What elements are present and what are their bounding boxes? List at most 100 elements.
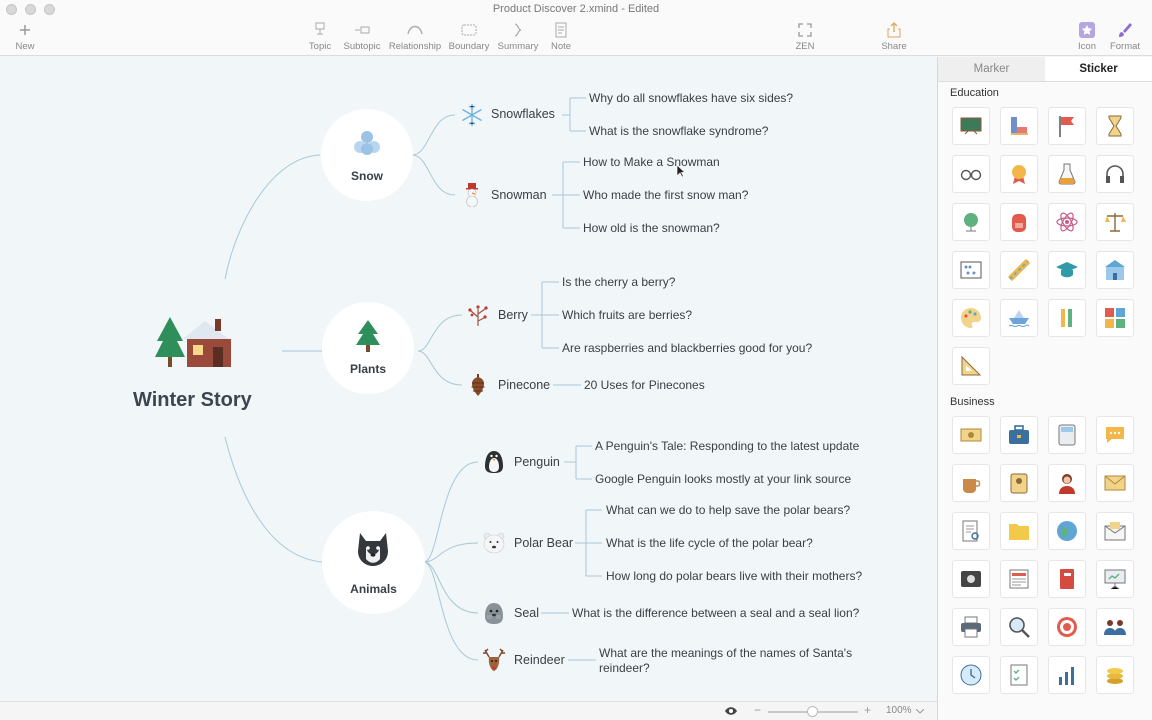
sticker-flask[interactable] (1048, 155, 1086, 193)
central-topic[interactable]: Winter Story (133, 389, 252, 412)
sticker-clock[interactable] (952, 656, 990, 694)
sticker-coffee[interactable] (952, 464, 990, 502)
subtopic[interactable]: What is the difference between a seal an… (572, 606, 859, 620)
subtopic[interactable]: Are raspberries and blackberries good fo… (562, 341, 812, 355)
subtopic[interactable]: How old is the snowman? (583, 221, 720, 235)
sticker-id-card[interactable] (1000, 464, 1038, 502)
sticker-paper-boat[interactable] (1000, 299, 1038, 337)
sticker-folder[interactable] (1000, 512, 1038, 550)
sticker-world[interactable] (1048, 512, 1086, 550)
id-card-icon (1010, 473, 1028, 494)
sticker-calculator[interactable] (1048, 416, 1086, 454)
main-topic-plants[interactable]: Plants (322, 302, 414, 394)
subtopic[interactable]: What can we do to help save the polar be… (606, 503, 850, 517)
sticker-magnifier[interactable] (1000, 608, 1038, 646)
candy-icon (1007, 258, 1031, 282)
topic-penguin[interactable]: Penguin (514, 455, 560, 469)
sticker-envelope[interactable] (1096, 464, 1134, 502)
mindmap-canvas[interactable]: Winter Story Snow Plants Animals Snowfla… (0, 57, 937, 720)
sticker-presentation[interactable] (1096, 560, 1134, 598)
sticker-money[interactable] (952, 416, 990, 454)
topic-pinecone[interactable]: Pinecone (498, 378, 550, 392)
sticker-abacus[interactable] (952, 251, 990, 289)
subtopic[interactable]: What is the life cycle of the polar bear… (606, 536, 813, 550)
house-icon (155, 317, 231, 367)
sticker-graduation-cap[interactable] (1048, 251, 1086, 289)
topic-snowflakes[interactable]: Snowflakes (491, 107, 555, 121)
subtopic[interactable]: What is the snowflake syndrome? (589, 124, 768, 138)
sticker-atom[interactable] (1048, 203, 1086, 241)
topic-seal[interactable]: Seal (514, 606, 539, 620)
sticker-target[interactable] (1048, 608, 1086, 646)
relationship-button[interactable]: Relationship (385, 22, 445, 52)
topic-reindeer[interactable]: Reindeer (514, 653, 565, 667)
sticker-mail-letter[interactable] (1096, 512, 1134, 550)
sticker-team[interactable] (1096, 608, 1134, 646)
sticker-coins[interactable] (1096, 656, 1134, 694)
sticker-glasses[interactable] (952, 155, 990, 193)
chevron-down-icon[interactable] (916, 709, 924, 714)
sticker-checklist[interactable] (1000, 656, 1038, 694)
sticker-printer[interactable] (952, 608, 990, 646)
clock-icon (960, 664, 982, 686)
tab-sticker[interactable]: Sticker (1045, 57, 1152, 81)
subtopic[interactable]: Who made the first snow man? (583, 188, 748, 202)
note-button[interactable]: Note (531, 22, 591, 52)
zoom-in-icon[interactable]: + (864, 703, 871, 717)
topic-berry[interactable]: Berry (498, 308, 528, 322)
sticker-palette[interactable] (952, 299, 990, 337)
sticker-puzzle[interactable] (1096, 299, 1134, 337)
sticker-businesswoman[interactable] (1048, 464, 1086, 502)
sticker-chat[interactable] (1096, 416, 1134, 454)
subtopic[interactable]: Google Penguin looks mostly at your link… (595, 472, 851, 486)
medal-icon (1012, 165, 1026, 184)
share-button[interactable]: Share (864, 22, 924, 52)
main-topic-animals[interactable]: Animals (322, 511, 425, 614)
sticker-hourglass[interactable] (1096, 107, 1134, 145)
main-topic-snow[interactable]: Snow (321, 109, 413, 201)
subtopic[interactable]: How to Make a Snowman (583, 155, 720, 169)
sticker-safe[interactable] (952, 560, 990, 598)
subtopic[interactable]: A Penguin's Tale: Responding to the late… (595, 439, 859, 453)
subtopic[interactable]: 20 Uses for Pinecones (584, 378, 705, 392)
zen-button[interactable]: ZEN (775, 22, 835, 52)
printer-icon (961, 616, 981, 638)
topic-polar-bear[interactable]: Polar Bear (514, 536, 573, 550)
zoom-level[interactable]: 100% (886, 705, 912, 716)
eye-icon[interactable] (724, 706, 738, 716)
sticker-grid-education (938, 99, 1152, 391)
sticker-flag[interactable] (1048, 107, 1086, 145)
sticker-notebook[interactable] (1048, 560, 1086, 598)
subtopic[interactable]: Why do all snowflakes have six sides? (589, 91, 793, 105)
format-panel-button[interactable]: Format (1095, 22, 1152, 52)
new-button[interactable]: New (0, 22, 55, 52)
tab-marker[interactable]: Marker (938, 57, 1045, 81)
sticker-briefcase[interactable] (1000, 416, 1038, 454)
sticker-set-square[interactable] (952, 347, 990, 385)
subtopic[interactable]: How long do polar bears live with their … (606, 569, 862, 583)
sticker-backpack[interactable] (1000, 203, 1038, 241)
zoom-out-icon[interactable]: − (754, 703, 761, 717)
chat-bubble-icon (1106, 427, 1124, 443)
section-title-business: Business (950, 396, 995, 408)
zoom-slider-handle[interactable] (807, 706, 818, 717)
sticker-school[interactable] (1096, 251, 1134, 289)
subtopic-button[interactable]: Subtopic (332, 22, 392, 52)
topic-snowman[interactable]: Snowman (491, 188, 547, 202)
mail-letter-icon (1104, 522, 1126, 541)
sticker-candy[interactable] (1000, 251, 1038, 289)
sticker-scales[interactable] (1096, 203, 1134, 241)
sticker-globe[interactable] (952, 203, 990, 241)
sticker-newspaper[interactable] (1000, 560, 1038, 598)
sticker-blackboard[interactable] (952, 107, 990, 145)
sticker-medal[interactable] (1000, 155, 1038, 193)
sticker-bar-chart[interactable] (1048, 656, 1086, 694)
sticker-pencils[interactable] (1048, 299, 1086, 337)
subtopic[interactable]: Which fruits are berries? (562, 308, 692, 322)
sticker-books[interactable] (1000, 107, 1038, 145)
subtopic[interactable]: Is the cherry a berry? (562, 275, 675, 289)
sticker-headphones[interactable] (1096, 155, 1134, 193)
sticker-report[interactable] (952, 512, 990, 550)
subtopic[interactable]: What are the meanings of the names of Sa… (599, 646, 852, 676)
safe-icon (961, 571, 981, 587)
